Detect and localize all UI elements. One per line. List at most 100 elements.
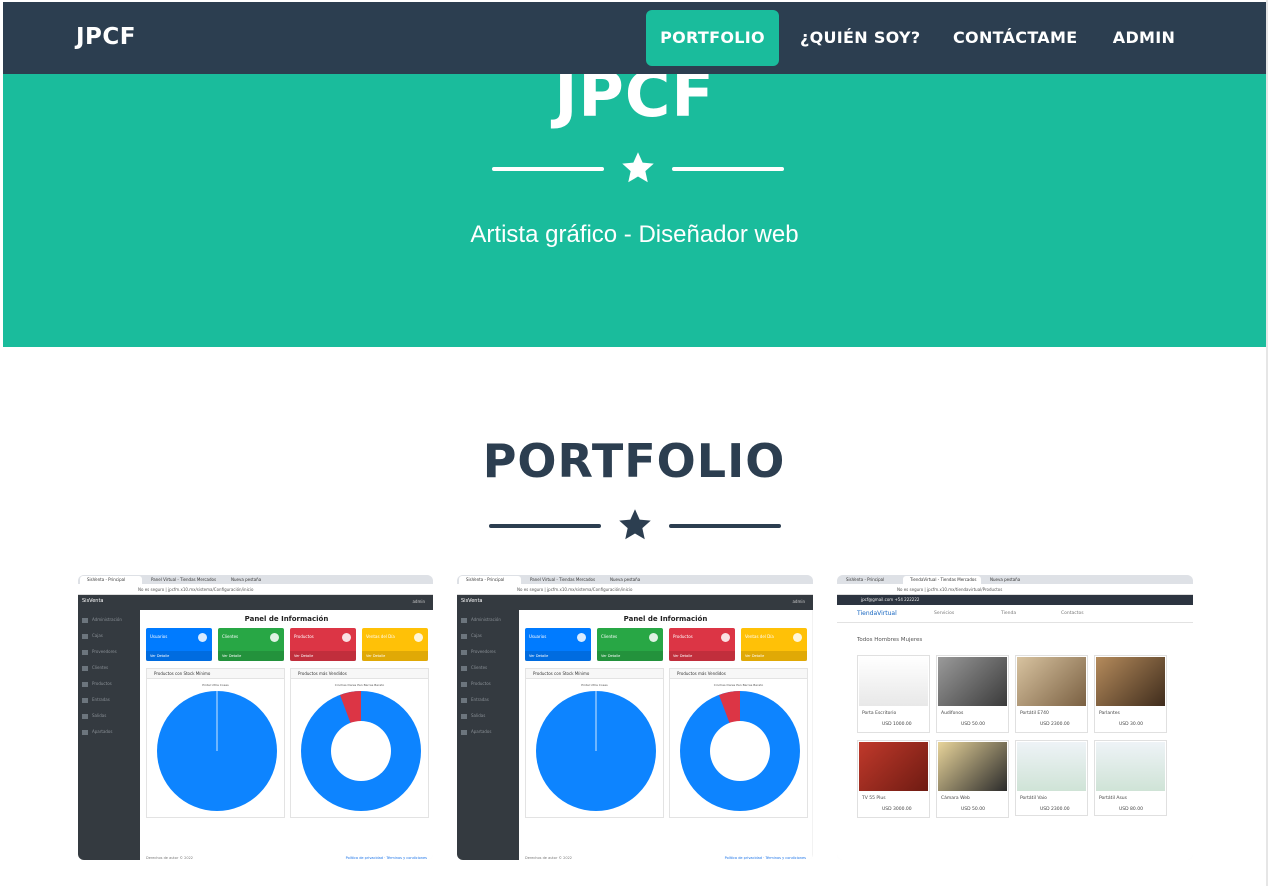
nav-link-about[interactable]: ¿QUIÉN SOY?: [800, 10, 920, 66]
mini-browser-tab: SisVenta - Principal: [459, 576, 521, 584]
mini-product-price: USD 30.00: [1119, 722, 1143, 727]
mini-stat-label: Clientes: [222, 634, 239, 639]
mini-stat-box: Ventas del Día Ver Detalle: [362, 628, 428, 661]
nav-link-admin[interactable]: ADMIN: [1111, 10, 1177, 66]
mini-product-name: Audífonos: [941, 711, 964, 716]
divider-line-right: [672, 167, 784, 171]
mini-panel-title: Productos más Vendidos: [291, 669, 428, 679]
mini-browser-tab: TiendaVirtual - Tiendas Mercados: [903, 576, 981, 584]
mini-stat-footer: Ver Detalle: [218, 651, 284, 661]
mini-stat-box: Productos Ver Detalle: [290, 628, 356, 661]
nav-link-portfolio[interactable]: PORTFOLIO: [646, 10, 779, 66]
mini-product-card: Portátil E740 USD 2300.00: [1015, 655, 1088, 733]
mini-stat-box: Productos Ver Detalle: [669, 628, 735, 661]
mini-shop-body: Todos Hombres Mujeres Porta Escritorio USD…: [837, 623, 1193, 860]
mini-browser-tab: Nueva pestaña: [610, 577, 641, 582]
mini-stat-label: Ventas del Día: [745, 634, 774, 639]
mini-chart-panel: Productos con Stock Mínimo Pintal Ultra C…: [146, 668, 285, 818]
mini-product-price: USD 1000.00: [882, 722, 912, 727]
mini-browser-urlbar: No es seguro | jpcfm.x10.mx/tiendavirtua…: [837, 584, 1193, 595]
mini-stat-footer: Ver Detalle: [597, 651, 663, 661]
mini-browser-tab: SisVenta - Principal: [846, 577, 885, 582]
mini-product-name: Portátil Vaio: [1020, 796, 1047, 801]
chart-hole: [331, 721, 391, 781]
mini-menu-item: Productos: [461, 681, 491, 687]
mini-product-image: [859, 742, 928, 791]
mini-stat-footer: Ver Detalle: [362, 651, 428, 661]
mini-product-price: USD 50.00: [961, 722, 985, 727]
divider-line-left: [489, 524, 601, 528]
portfolio-divider: [489, 506, 781, 546]
navbar-brand[interactable]: JPCF: [76, 24, 136, 50]
mini-menu-item: Administración: [461, 617, 501, 623]
mini-product-card: Parlantes USD 30.00: [1094, 655, 1167, 733]
mini-stat-icon: [649, 633, 658, 642]
mini-footer-copyright: Derechos de autor © 2022: [525, 856, 573, 860]
mini-topbar: SisVenta admin: [457, 595, 813, 610]
mini-browser-tabbar: SisVenta - Principal TiendaVirtual - Tien…: [837, 575, 1193, 584]
mini-product-image: [938, 657, 1007, 706]
mini-product-image: [1017, 657, 1086, 706]
mini-shop-contact: jpcf@gmail.com +54 222222: [861, 597, 920, 602]
mini-product-price: USD 2300.00: [1040, 722, 1070, 727]
mini-browser-url: No es seguro | jpcfm.x10.mx/sistema/Conf…: [138, 587, 254, 592]
mini-stat-footer: Ver Detalle: [525, 651, 591, 661]
mini-menu-item: Apartados: [461, 729, 491, 735]
mini-menu-item: Administración: [82, 617, 122, 623]
mini-panel-title: Productos con Stock Mínimo: [526, 669, 663, 679]
sales-doughnut-chart: [301, 691, 421, 811]
mini-footer-links: Política de privacidad · Términos y cond…: [724, 856, 806, 860]
mini-stat-footer: Ver Detalle: [290, 651, 356, 661]
portfolio-item-2[interactable]: SisVenta - Principal Panel Virtual - Tien…: [457, 575, 813, 860]
chart-hole: [710, 721, 770, 781]
mini-browser-tabbar: SisVenta - Principal Panel Virtual - Tien…: [78, 575, 433, 584]
mini-menu-item: Proveedores: [82, 649, 117, 655]
portfolio-item-3[interactable]: SisVenta - Principal TiendaVirtual - Tien…: [837, 575, 1193, 860]
mini-shop-topbar: jpcf@gmail.com +54 222222: [837, 595, 1193, 605]
mini-product-name: Cámara Web: [941, 796, 970, 801]
mini-stat-footer: Ver Detalle: [669, 651, 735, 661]
mini-stat-label: Productos: [673, 634, 693, 639]
mini-user: admin: [792, 599, 805, 604]
mini-stat-box: Usuarios Ver Detalle: [525, 628, 591, 661]
mini-chart-legend: Cinchas Dares Pan Barras Barato: [334, 683, 385, 687]
mini-stat-label: Clientes: [601, 634, 618, 639]
portfolio-item-1[interactable]: SisVenta - Principal Panel Virtual - Tien…: [78, 575, 433, 860]
mini-content: Panel de Información Usuarios Ver Detalle C…: [140, 610, 433, 860]
mini-product-price: USD 3000.00: [882, 807, 912, 812]
mini-browser-tab: Nueva pestaña: [990, 577, 1021, 582]
navbar: JPCF PORTFOLIO ¿QUIÉN SOY? CONTÁCTAME AD…: [3, 2, 1266, 74]
mini-user: admin: [412, 599, 425, 604]
mini-content: Panel de Información Usuarios Ver Detalle C…: [519, 610, 812, 860]
mini-product-card: Audífonos USD 50.00: [936, 655, 1009, 733]
mini-shop-nav-item: Tienda: [1001, 611, 1017, 616]
mini-stat-footer: Ver Detalle: [741, 651, 807, 661]
mini-browser-urlbar: No es seguro | jpcfm.x10.mx/sistema/Conf…: [457, 584, 813, 595]
star-icon: [619, 509, 651, 540]
mini-footer-links: Política de privacidad · Términos y cond…: [345, 856, 427, 860]
mini-menu-item: Entradas: [82, 697, 110, 703]
mini-chart-legend: Cinchas Dares Pan Barras Barato: [713, 683, 764, 687]
mini-menu-item: Cajas: [461, 633, 482, 639]
mini-stat-footer: Ver Detalle: [146, 651, 212, 661]
mini-stat-icon: [198, 633, 207, 642]
mini-product-image: [859, 657, 928, 706]
mini-menu-item: Apartados: [82, 729, 112, 735]
portfolio-title: PORTFOLIO: [482, 434, 786, 488]
mini-stat-icon: [577, 633, 586, 642]
mini-stat-label: Productos: [294, 634, 314, 639]
mini-product-card: Portátil Vaio USD 2300.00: [1015, 740, 1088, 816]
mini-browser-tab: SisVenta - Principal: [80, 576, 142, 584]
mini-menu-item: Cajas: [82, 633, 103, 639]
mini-chart-panel: Productos más Vendidos Cinchas Dares Pan …: [669, 668, 808, 818]
mini-menu-item: Salidas: [461, 713, 485, 719]
mini-product-image: [1096, 657, 1165, 706]
mini-browser-tabbar: SisVenta - Principal Panel Virtual - Tien…: [457, 575, 813, 584]
mini-stat-icon: [414, 633, 423, 642]
mini-menu-item: Clientes: [82, 665, 108, 671]
mini-stat-box: Clientes Ver Detalle: [597, 628, 663, 661]
mini-browser-url: No es seguro | jpcfm.x10.mx/tiendavirtua…: [897, 587, 1003, 592]
nav-link-contact[interactable]: CONTÁCTAME: [953, 10, 1077, 66]
mini-stat-icon: [342, 633, 351, 642]
hero-subtitle: Artista gráfico - Diseñador web: [470, 221, 799, 248]
